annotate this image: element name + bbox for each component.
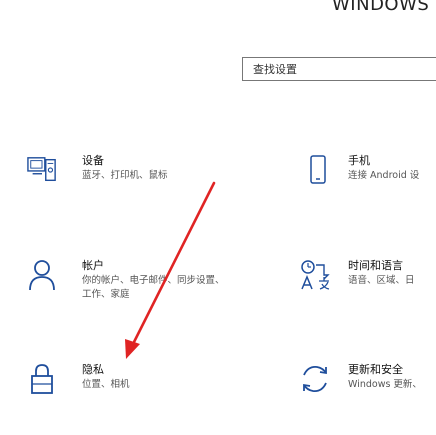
tile-title: 隐私 xyxy=(82,363,104,376)
update-icon xyxy=(300,361,330,397)
tile-description: 蓝牙、打印机、鼠标 xyxy=(82,170,168,181)
time-language-icon xyxy=(299,257,333,293)
tile-update-security[interactable]: 更新和安全 Windows 更新、 xyxy=(300,361,436,411)
tile-accounts[interactable]: 帐户 你的帐户、电子邮件、同步设置、工作、家庭 xyxy=(27,257,237,317)
tile-description: 位置、相机 xyxy=(82,379,130,390)
tile-title: 设备 xyxy=(82,154,104,167)
phone-icon xyxy=(303,152,333,188)
lock-icon xyxy=(27,361,57,397)
tile-title: 时间和语言 xyxy=(348,259,403,272)
arrow-head xyxy=(125,339,140,359)
search-input[interactable] xyxy=(253,60,433,78)
tile-description: Windows 更新、 xyxy=(348,379,422,390)
devices-icon xyxy=(27,152,57,188)
window-title: WINDOWS xyxy=(332,0,430,15)
tile-title: 手机 xyxy=(348,154,370,167)
tile-title: 帐户 xyxy=(82,259,104,272)
tile-description: 语音、区域、日 xyxy=(348,275,415,286)
tile-privacy[interactable]: 隐私 位置、相机 xyxy=(27,361,227,411)
search-box[interactable] xyxy=(242,57,436,81)
tile-description: 连接 Android 设 xyxy=(348,170,420,181)
tile-devices[interactable]: 设备 蓝牙、打印机、鼠标 xyxy=(27,152,227,202)
person-icon xyxy=(27,257,57,293)
tile-title: 更新和安全 xyxy=(348,363,403,376)
tile-description: 你的帐户、电子邮件、同步设置、工作、家庭 xyxy=(82,275,225,300)
tile-time-language[interactable]: 时间和语言 语音、区域、日 xyxy=(299,257,436,307)
tile-phone[interactable]: 手机 连接 Android 设 xyxy=(303,152,436,202)
